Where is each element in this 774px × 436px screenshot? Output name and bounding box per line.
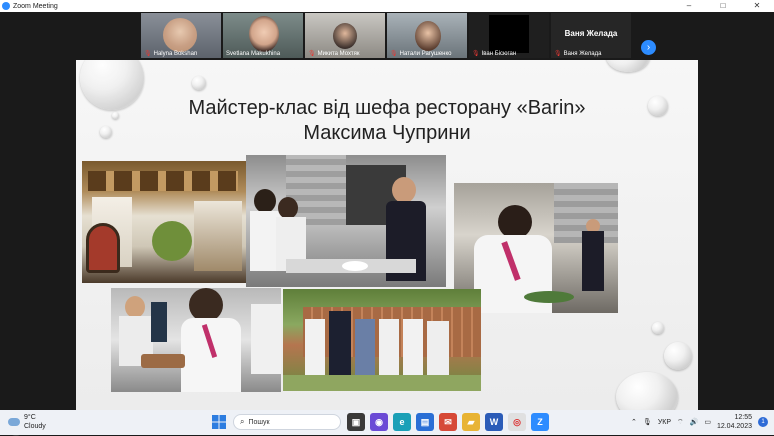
participant-tile[interactable]: 🎙 Натали Рагушенко [387,13,467,58]
participant-name: Svetlana Makukhina [226,51,281,57]
water-drop-decoration [192,76,206,90]
weather-widget[interactable]: 9°C Cloudy [8,413,46,431]
participant-video [489,15,529,53]
battery-icon[interactable]: ▭ [704,418,711,426]
participant-video [163,18,197,52]
group-photo [283,289,481,391]
presentation-slide: Майстер-клас від шефа ресторану «Barin» … [76,60,698,410]
muted-mic-icon: 🎙 [144,51,152,57]
muted-mic-icon: 🎙 [308,51,316,57]
language-indicator[interactable]: УКР [658,419,671,426]
clock-date: 12.04.2023 [716,423,752,430]
system-tray: ⌃ 🎙 УКР ⌔ 🔊 ▭ 12:55 12.04.2023 1 [625,413,768,431]
participant-tile[interactable]: Svetlana Makukhina [223,13,303,58]
chat-icon[interactable]: ◉ [370,413,388,431]
weather-desc: Cloudy [24,423,46,430]
clock-time: 12:55 [734,414,752,421]
minimize-button[interactable]: – [672,0,706,12]
students-cooking-photo [111,288,281,392]
shared-screen: Майстер-клас від шефа ресторану «Barin» … [0,60,774,436]
task-view-icon[interactable]: ▣ [347,413,365,431]
store-icon[interactable]: ▤ [416,413,434,431]
participant-tile[interactable]: 🎙 Halyna Bokshan [141,13,221,58]
water-drop-decoration [616,372,678,410]
muted-mic-icon: 🎙 [472,51,480,57]
participant-display-name: Ваня Желада [564,29,618,38]
muted-mic-icon: 🎙 [390,51,398,57]
kitchen-chef-photo [246,155,446,287]
close-button[interactable]: ✕ [740,0,774,12]
participant-name: Halyna Bokshan [153,51,198,57]
participant-video [415,21,441,51]
clock[interactable]: 12:55 12.04.2023 [717,413,752,431]
wifi-icon[interactable]: ⌔ [677,418,684,427]
muted-mic-icon: 🎙 [554,51,562,57]
slide-title-line1: Майстер-клас від шефа ресторану «Barin» [188,97,586,119]
water-drop-decoration [664,342,692,370]
volume-icon[interactable]: 🔊 [690,418,699,426]
participant-video [333,23,357,49]
mail-icon[interactable]: ✉ [439,413,457,431]
maximize-button[interactable]: □ [706,0,740,12]
windows-start-icon[interactable] [210,413,228,431]
chevron-up-icon[interactable]: ⌃ [631,418,637,426]
file-explorer-icon[interactable]: ▰ [462,413,480,431]
participant-name: Іван Бісюган [481,51,517,57]
slide-title: Майстер-клас від шефа ресторану «Barin» … [76,96,698,146]
participant-name: Натали Рагушенко [399,51,452,57]
edge-browser-icon[interactable]: e [393,413,411,431]
taskbar: 9°C Cloudy ⌕ Пошук ▣ ◉ e ▤ ✉ ▰ W ◎ Z ⌃ 🎙… [0,410,774,435]
participant-name: Микита Мохтяк [317,51,360,57]
zoom-taskbar-icon[interactable]: Z [531,413,549,431]
microphone-icon[interactable]: 🎙 [643,418,652,426]
cloud-icon [8,418,20,426]
taskbar-search[interactable]: ⌕ Пошук [233,414,341,430]
participant-tile[interactable]: 🎙 Микита Мохтяк [305,13,385,58]
word-icon[interactable]: W [485,413,503,431]
chrome-icon[interactable]: ◎ [508,413,526,431]
weather-temp: 9°C [24,414,36,421]
search-icon: ⌕ [240,417,245,426]
window-title: Zoom Meeting [13,2,58,10]
search-placeholder: Пошук [248,418,270,426]
participant-tile[interactable]: 🎙 Іван Бісюган [469,13,549,58]
notification-badge[interactable]: 1 [758,417,768,427]
participant-video [249,16,279,52]
participant-tile[interactable]: Ваня Желада 🎙 Ваня Желада [551,13,631,58]
slide-title-line2: Максима Чуприни [303,122,471,144]
water-drop-decoration [606,60,650,72]
participant-strip: 🎙 Halyna Bokshan Svetlana Makukhina 🎙 Мики… [0,12,774,60]
taskbar-apps: ⌕ Пошук ▣ ◉ e ▤ ✉ ▰ W ◎ Z [210,413,554,431]
next-participants-button[interactable]: › [641,40,656,55]
zoom-logo-icon [2,2,10,10]
restaurant-interior-photo [82,161,246,283]
window-titlebar: Zoom Meeting – □ ✕ [0,0,774,12]
water-drop-decoration [652,322,664,334]
window-controls: – □ ✕ [672,0,774,12]
participant-name: Ваня Желада [563,51,602,57]
